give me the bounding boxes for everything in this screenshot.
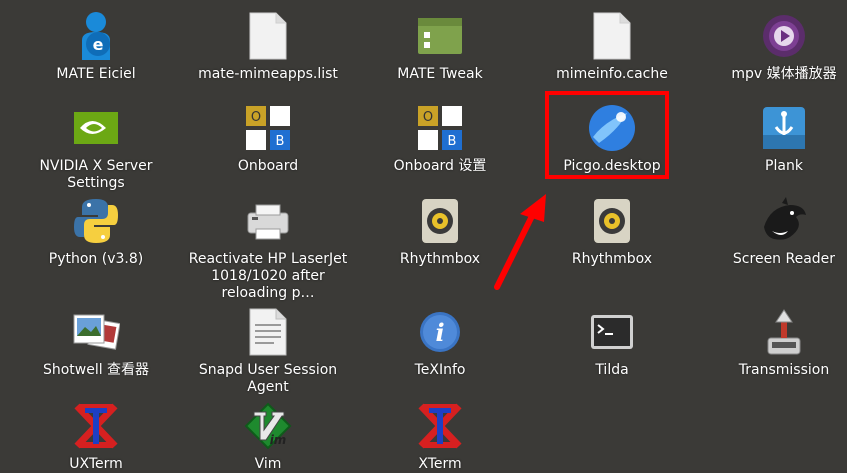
desktop-icon-nvidia-settings[interactable]: NVIDIA X Server Settings [10,100,182,192]
mpv-icon [763,15,805,57]
desktop-icon-python[interactable]: Python (v3.8) [10,193,182,268]
desktop-icon-rhythmbox[interactable]: Rhythmbox [354,193,526,268]
highlight-box [545,91,669,179]
desktop-icon-tilda[interactable]: Tilda [526,304,698,379]
shotwell-icon [73,314,120,350]
desktop-icon-rhythmbox-2[interactable]: Rhythmbox [526,193,698,268]
icon-label: mate-mimeapps.list [198,66,338,82]
plank-icon [763,107,805,149]
icon-label: UXTerm [69,456,123,472]
rhythmbox-icon [594,199,630,243]
python-icon [74,199,118,243]
icon-label: mpv 媒体播放器 [731,66,837,82]
icon-label: MATE Eiciel [56,66,136,82]
desktop-icon-shotwell[interactable]: Shotwell 查看器 [10,304,182,379]
desktop-icon-screen-reader[interactable]: Screen Reader [698,193,847,268]
desktop-icon-mimeinfo-cache[interactable]: mimeinfo.cache [526,8,698,83]
desktop-icon-reactivate-hp[interactable]: Reactivate HP LaserJet 1018/1020 after r… [182,193,354,302]
text-file-icon [249,12,287,60]
desktop-icon-mate-eiciel[interactable]: e MATE Eiciel [10,8,182,83]
icon-label: Transmission [738,362,830,378]
icon-label: Rhythmbox [399,251,481,267]
desktop-icon-snapd-agent[interactable]: Snapd User Session Agent [182,304,354,396]
desktop-icon-uxterm[interactable]: UXTerm [10,398,182,473]
icon-label: NVIDIA X Server Settings [39,158,153,191]
desktop-icon-mpv[interactable]: mpv 媒体播放器 [698,8,847,83]
mate-eiciel-icon: e [82,12,110,60]
desktop-icon-transmission[interactable]: Transmission [698,304,847,379]
xterm-icon [74,403,118,449]
onboard-key-o: O [423,110,433,125]
icon-label: Onboard [237,158,299,174]
document-icon [249,308,287,356]
svg-text:e: e [93,35,104,54]
desktop-icon-mate-mimeapps[interactable]: mate-mimeapps.list [182,8,354,83]
icon-label: Rhythmbox [571,251,653,267]
printer-icon [247,204,289,240]
svg-text:im: im [270,433,287,447]
onboard-key-b: B [276,134,285,149]
icon-label: mimeinfo.cache [556,66,668,82]
orca-icon [764,197,806,240]
icon-label: Shotwell 查看器 [42,362,150,378]
terminal-icon [591,315,633,349]
onboard-key-o: O [251,110,261,125]
desktop-icon-xterm[interactable]: XTerm [354,398,526,473]
icon-label: Vim [254,456,282,472]
mate-tweak-icon [418,18,462,54]
xterm-icon [418,403,462,449]
text-file-icon [593,12,631,60]
icon-label: Onboard 设置 [393,158,487,174]
desktop-icon-onboard-settings[interactable]: O B Onboard 设置 [354,100,526,175]
icon-label: Snapd User Session Agent [198,362,338,395]
onboard-icon: O B [246,106,290,150]
nvidia-icon [74,112,118,144]
svg-text:i: i [435,318,444,347]
icon-label: XTerm [418,456,462,472]
vim-icon: im [244,402,292,450]
desktop-icon-texinfo[interactable]: i TeXInfo [354,304,526,379]
rhythmbox-icon [422,199,458,243]
icon-label: Screen Reader [732,251,836,267]
onboard-icon: O B [418,106,462,150]
desktop-grid: e MATE Eiciel mate-mimeapps.list MATE Tw… [10,0,847,473]
onboard-key-b: B [448,134,457,149]
icon-label: MATE Tweak [397,66,483,82]
icon-label: Plank [765,158,803,174]
icon-label: Tilda [595,362,629,378]
desktop-icon-plank[interactable]: Plank [698,100,847,175]
desktop-icon-vim[interactable]: im Vim [182,398,354,473]
desktop-icon-mate-tweak[interactable]: MATE Tweak [354,8,526,83]
info-icon: i [420,312,460,352]
icon-label: TeXInfo [414,362,466,378]
transmission-icon [767,309,801,355]
desktop-icon-onboard[interactable]: O B Onboard [182,100,354,175]
icon-label: Python (v3.8) [48,251,144,267]
icon-label: Reactivate HP LaserJet 1018/1020 after r… [188,251,348,301]
